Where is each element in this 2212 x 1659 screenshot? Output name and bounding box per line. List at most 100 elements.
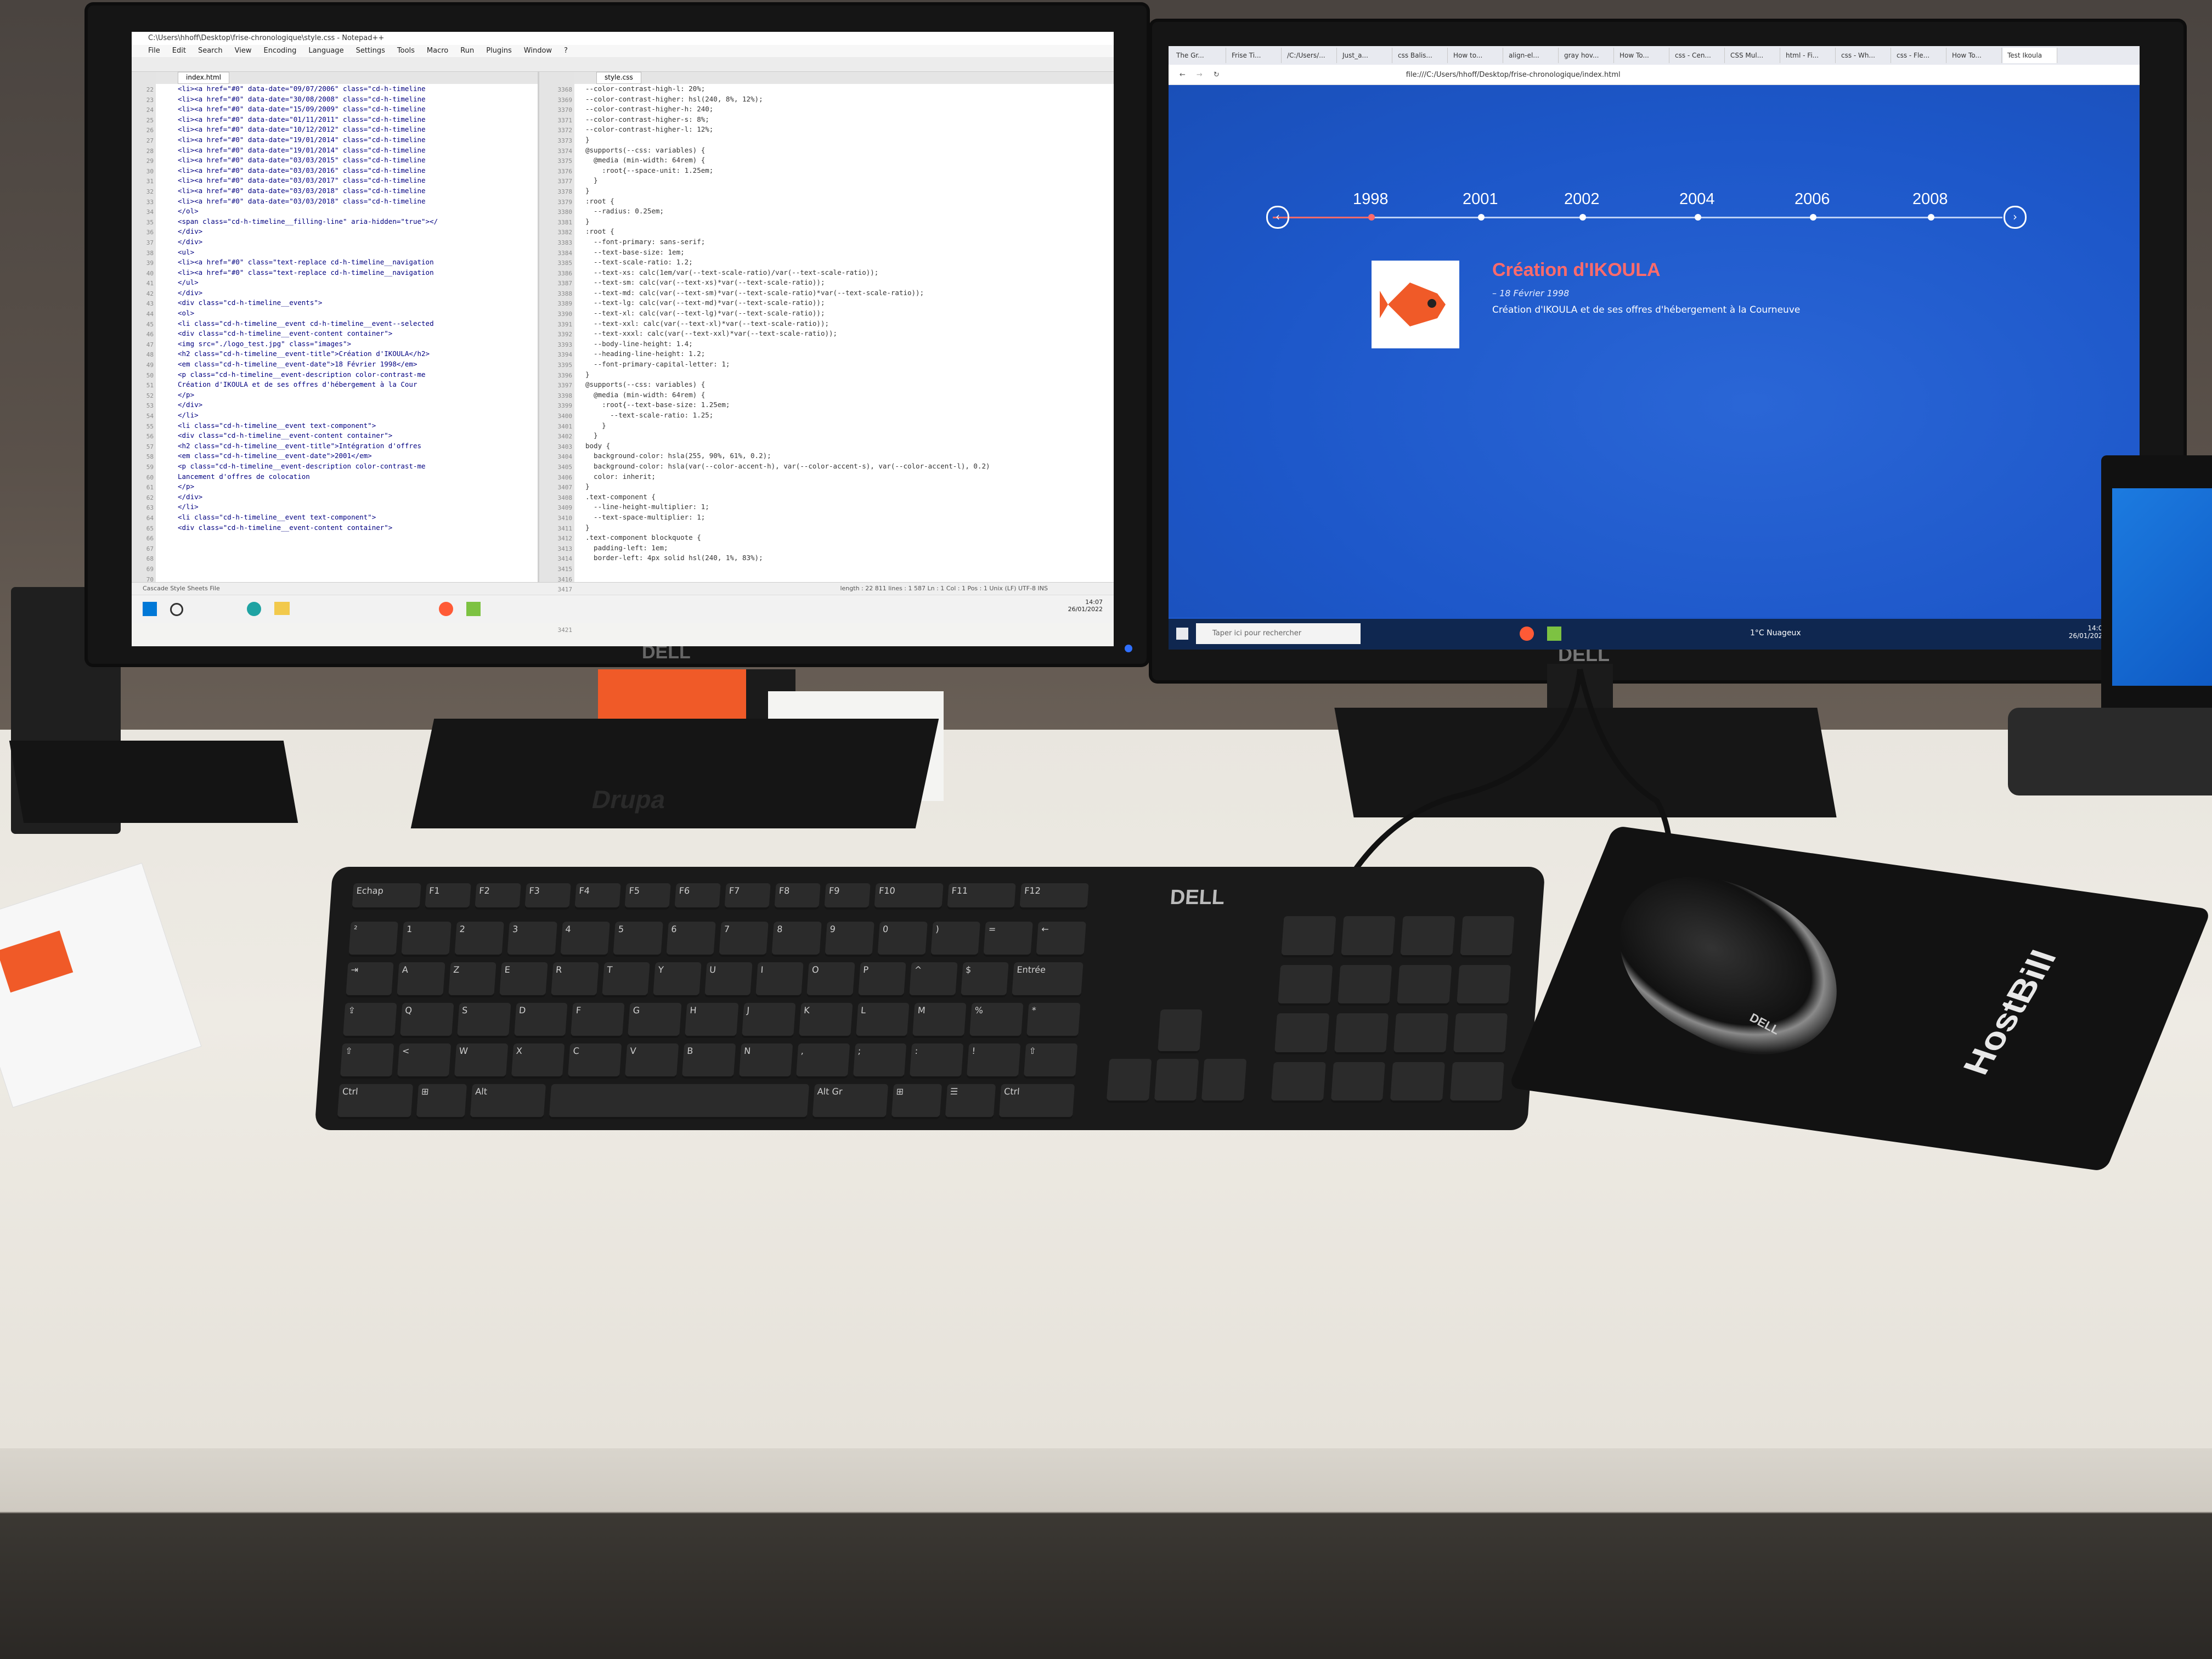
browser-tab[interactable]: /C:/Users/... [1283, 48, 1337, 63]
key[interactable]: F6 [674, 883, 721, 910]
browser-tab[interactable]: css - Wh... [1837, 48, 1891, 63]
key[interactable]: X [511, 1043, 565, 1079]
numpad-key[interactable] [1271, 1062, 1326, 1103]
key[interactable]: Alt [470, 1084, 546, 1119]
menu-item[interactable]: Settings [356, 45, 385, 57]
timeline-year-label[interactable]: 1998 [1353, 190, 1389, 208]
key[interactable]: = [983, 922, 1034, 957]
browser-tab[interactable]: How to... [1449, 48, 1503, 63]
numpad-key[interactable] [1397, 964, 1452, 1006]
arrow-left-key[interactable] [1106, 1059, 1152, 1103]
key[interactable]: Ctrl [998, 1084, 1075, 1119]
url-field[interactable]: file:///C:/Users/hhoff/Desktop/frise-chr… [1406, 71, 1621, 79]
key[interactable]: ) [930, 922, 980, 957]
key[interactable]: F12 [1019, 883, 1089, 910]
taskbar-explorer-icon[interactable] [274, 602, 290, 615]
numpad-key[interactable] [1330, 1062, 1385, 1103]
menu-item[interactable]: File [148, 45, 160, 57]
key[interactable]: Alt Gr [812, 1084, 888, 1119]
timeline-date-dot[interactable] [1579, 214, 1586, 221]
key[interactable]: T [602, 962, 650, 997]
start-button-right[interactable] [1176, 628, 1188, 640]
key[interactable]: : [910, 1043, 964, 1079]
taskbar-search-box[interactable]: Taper ici pour rechercher [1196, 623, 1361, 644]
key[interactable]: F5 [624, 883, 671, 910]
key[interactable]: B [681, 1043, 736, 1079]
key[interactable]: S [456, 1003, 511, 1038]
weather-widget[interactable]: 1°C Nuageux [1750, 629, 1801, 637]
numpad-key[interactable] [1459, 916, 1515, 957]
browser-tab[interactable]: How To... [1948, 48, 2002, 63]
menu-item[interactable]: ? [564, 45, 568, 57]
key[interactable]: % [969, 1003, 1024, 1038]
menu-item[interactable]: Window [524, 45, 552, 57]
key[interactable]: F7 [724, 883, 771, 910]
numpad-key[interactable] [1334, 1013, 1389, 1054]
timeline-next-button[interactable]: › [2004, 206, 2027, 229]
menu-item[interactable]: View [235, 45, 252, 57]
key[interactable]: ⇧ [340, 1043, 394, 1079]
menu-item[interactable]: Plugins [486, 45, 512, 57]
key[interactable]: 5 [613, 922, 663, 957]
timeline-year-label[interactable]: 2004 [1679, 190, 1715, 208]
key[interactable]: D [514, 1003, 568, 1038]
key[interactable]: Entrée [1012, 962, 1084, 997]
browser-tab[interactable]: html - Fi... [1781, 48, 1836, 63]
key[interactable]: $ [960, 962, 1009, 997]
numpad-key[interactable] [1274, 1013, 1329, 1054]
key[interactable]: 8 [771, 922, 822, 957]
key[interactable]: ² [348, 922, 399, 957]
key[interactable]: ← [1036, 922, 1086, 957]
key[interactable]: U [704, 962, 753, 997]
menu-item[interactable]: Encoding [263, 45, 296, 57]
menu-item[interactable]: Edit [172, 45, 186, 57]
browser-tab[interactable]: css - Fle... [1892, 48, 1946, 63]
key[interactable]: 4 [560, 922, 610, 957]
key[interactable]: F8 [774, 883, 821, 910]
key[interactable]: F [571, 1003, 625, 1038]
timeline-date-dot[interactable] [1810, 214, 1816, 221]
numpad-key[interactable] [1337, 964, 1392, 1006]
timeline-prev-button[interactable]: ‹ [1266, 206, 1289, 229]
numpad-key[interactable] [1449, 1062, 1504, 1103]
timeline-date-dot[interactable] [1478, 214, 1485, 221]
tab-style-css[interactable]: style.css [596, 72, 641, 84]
browser-tab[interactable]: Frise Ti... [1227, 48, 1282, 63]
taskbar-edge-icon[interactable] [247, 602, 261, 616]
timeline-year-label[interactable]: 2008 [1912, 190, 1948, 208]
key[interactable]: ⇧ [1023, 1043, 1078, 1079]
key[interactable]: G [628, 1003, 682, 1038]
arrow-right-key[interactable] [1201, 1059, 1247, 1103]
key[interactable]: F11 [947, 883, 1017, 910]
key[interactable]: F9 [824, 883, 871, 910]
html-editor[interactable]: index.html <li><a href="#0" data-date="0… [156, 72, 538, 582]
taskbar-firefox-icon-right[interactable] [1520, 627, 1534, 641]
browser-tab[interactable]: The Gr... [1172, 48, 1226, 63]
key[interactable]: ⊞ [416, 1084, 467, 1119]
key[interactable]: 6 [665, 922, 716, 957]
numpad-key[interactable] [1390, 1062, 1445, 1103]
key[interactable]: J [741, 1003, 796, 1038]
numpad-key[interactable] [1340, 916, 1396, 957]
timeline-date-dot[interactable] [1928, 214, 1934, 221]
timeline-year-label[interactable]: 2006 [1795, 190, 1830, 208]
key[interactable]: Ctrl [337, 1084, 414, 1119]
arrow-up-key[interactable] [1157, 1009, 1203, 1053]
numpad-key[interactable] [1281, 916, 1336, 957]
taskbar-search-icon[interactable] [170, 603, 183, 616]
menu-item[interactable]: Run [460, 45, 474, 57]
key[interactable]: 2 [454, 922, 505, 957]
key[interactable]: , [795, 1043, 850, 1079]
css-editor[interactable]: style.css --color-contrast-high-l: 20%; -… [574, 72, 1114, 582]
key[interactable]: K [798, 1003, 853, 1038]
key[interactable]: C [568, 1043, 622, 1079]
key[interactable]: < [397, 1043, 451, 1079]
browser-tab[interactable]: How To... [1615, 48, 1669, 63]
key[interactable]: ☰ [945, 1084, 996, 1119]
browser-tab[interactable]: gray hov... [1560, 48, 1614, 63]
back-icon[interactable]: ← [1180, 71, 1186, 79]
reload-icon[interactable]: ↻ [1214, 71, 1220, 79]
key[interactable] [549, 1084, 809, 1119]
key[interactable]: ⊞ [891, 1084, 942, 1119]
key[interactable]: ^ [909, 962, 958, 997]
